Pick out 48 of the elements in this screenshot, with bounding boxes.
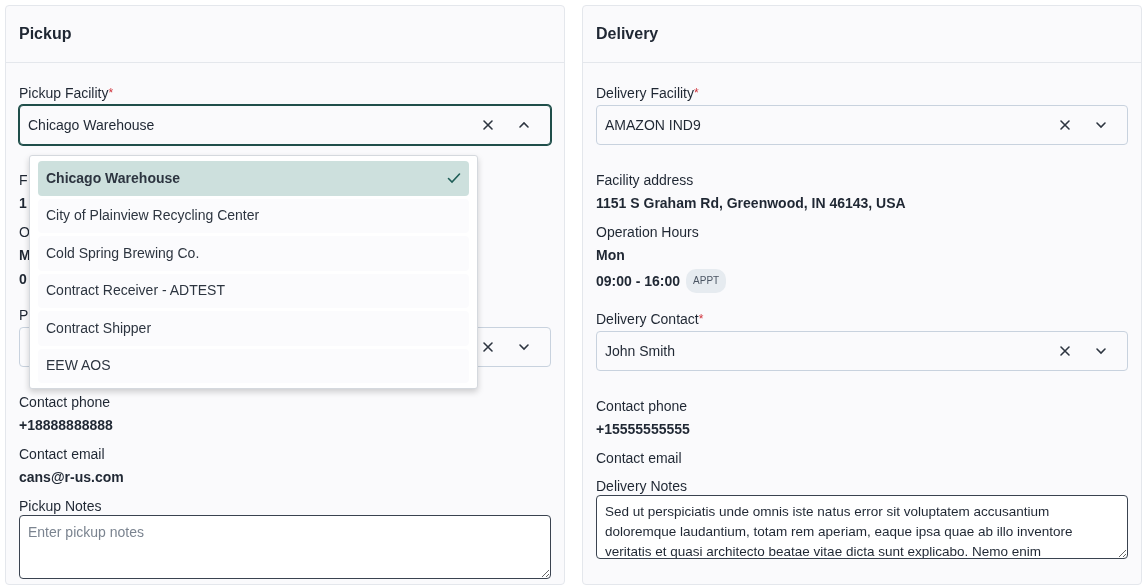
panel-title: Pickup — [6, 6, 564, 63]
panel-title: Delivery — [583, 6, 1141, 63]
dropdown-option[interactable]: City of Plainview Recycling Center — [38, 198, 469, 233]
field-label: Contact phone — [596, 398, 688, 414]
field-value: +18888888888 — [19, 416, 114, 435]
field-label: Delivery Notes — [596, 478, 688, 494]
field-value: +15555555555 — [596, 420, 691, 439]
required-mark: * — [694, 86, 699, 100]
field-value: 1 — [19, 194, 28, 213]
select-field[interactable]: Chicago Warehouse — [19, 105, 551, 145]
field-label: Delivery Contact — [596, 311, 699, 327]
dropdown-option[interactable]: Contract Shipper — [38, 311, 469, 346]
select-field[interactable]: AMAZON IND9 — [596, 105, 1128, 145]
chevron-down-icon[interactable] — [1095, 119, 1107, 131]
hours-value: 0 — [19, 270, 27, 289]
hours-value: 09:00 - 16:00 — [596, 272, 681, 291]
field-value: cans@r-us.com — [19, 468, 125, 487]
field-label: P — [19, 307, 29, 323]
field-label: Contact email — [19, 446, 105, 462]
field-label: F — [19, 172, 28, 188]
chevron-down-icon[interactable] — [1095, 345, 1107, 357]
clear-icon[interactable] — [482, 119, 494, 131]
field-label: Pickup Facility — [19, 85, 109, 101]
clear-icon[interactable] — [1059, 345, 1071, 357]
dropdown-option[interactable]: Chicago Warehouse — [38, 161, 469, 196]
chevron-down-icon[interactable] — [518, 341, 530, 353]
appointment-tag: APPT — [686, 269, 727, 293]
field-label: Contact email — [596, 450, 682, 466]
notes-field[interactable]: Enter pickup notes — [19, 515, 551, 579]
clear-icon[interactable] — [482, 341, 494, 353]
check-icon — [447, 172, 461, 185]
field-label: Delivery Facility — [596, 85, 694, 101]
field-value: 1151 S Graham Rd, Greenwood, IN 46143, USA — [596, 194, 907, 213]
field-label: Pickup Notes — [19, 498, 102, 514]
chevron-up-icon[interactable] — [518, 119, 530, 131]
required-mark: * — [108, 86, 114, 100]
field-label: Operation Hours — [596, 224, 699, 240]
field-label: Facility address — [596, 172, 694, 188]
required-mark: * — [698, 312, 704, 326]
field-label: Contact phone — [19, 394, 111, 410]
clear-icon[interactable] — [1059, 119, 1071, 131]
select-field[interactable]: John Smith — [596, 331, 1128, 371]
dropdown-option[interactable]: Cold Spring Brewing Co. — [38, 236, 469, 271]
dropdown-option[interactable]: Contract Receiver - ADTEST — [38, 273, 469, 308]
field-label: O — [19, 224, 30, 240]
day-label: Mon — [596, 246, 626, 265]
notes-field[interactable]: Sed ut perspiciatis unde omnis iste natus error sit voluptatem accusantium doloremque laudantium, totam rem aperiam, eaque ipsa quae ab illo inventore veritatis et quasi architecto beatae vitae dicta sunt explicabo. Nemo enim — [596, 495, 1128, 559]
dropdown-option[interactable]: EEW AOS — [38, 348, 469, 383]
